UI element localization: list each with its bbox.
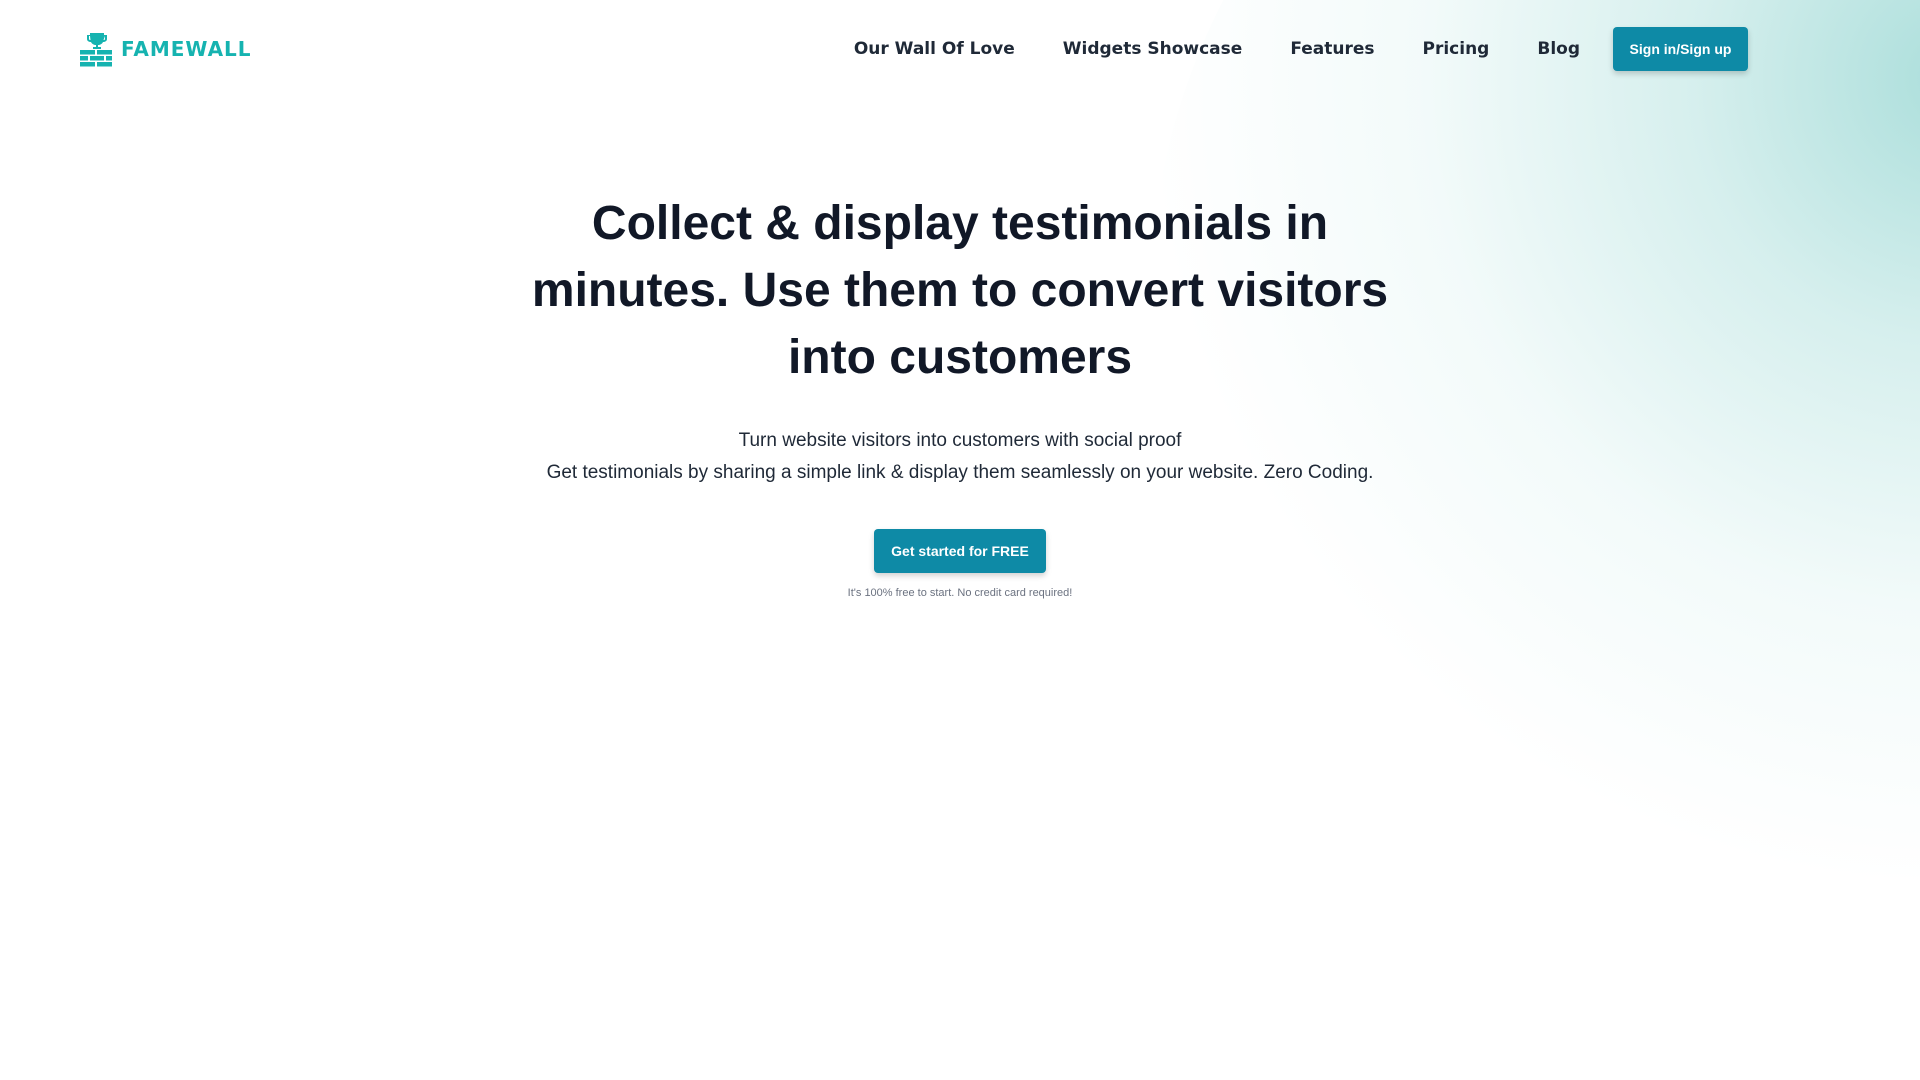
nav-link-widgets-showcase[interactable]: Widgets Showcase: [1063, 39, 1243, 59]
nav-link-wall-of-love[interactable]: Our Wall Of Love: [854, 39, 1015, 59]
nav-link-pricing[interactable]: Pricing: [1423, 39, 1490, 59]
brand-logo[interactable]: FAMEWALL: [79, 31, 252, 67]
nav-link-blog[interactable]: Blog: [1537, 39, 1580, 59]
hero-subtitle-line-2: Get testimonials by sharing a simple lin…: [546, 462, 1374, 483]
nav-menu: Our Wall Of Love Widgets Showcase Featur…: [854, 27, 1748, 71]
hero-subtitle-line-1: Turn website visitors into customers wit…: [738, 430, 1182, 451]
cta-container: Get started for FREE It's 100% free to s…: [0, 529, 1920, 599]
navbar: FAMEWALL Our Wall Of Love Widgets Showca…: [0, 0, 1920, 98]
hero-title: Collect & display testimonials in minute…: [531, 197, 1389, 384]
signin-button[interactable]: Sign in/Sign up: [1613, 27, 1748, 71]
cta-note: It's 100% free to start. No credit card …: [847, 587, 1073, 599]
brand-name: FAMEWALL: [121, 37, 252, 61]
landing-page: FAMEWALL Our Wall Of Love Widgets Showca…: [0, 0, 1920, 1080]
hero-section: Collect & display testimonials in minute…: [0, 190, 1920, 599]
hero-subtitle: Turn website visitors into customers wit…: [0, 425, 1920, 489]
get-started-button[interactable]: Get started for FREE: [874, 529, 1046, 573]
trophy-wall-icon: [80, 33, 112, 67]
nav-link-features[interactable]: Features: [1290, 39, 1374, 59]
